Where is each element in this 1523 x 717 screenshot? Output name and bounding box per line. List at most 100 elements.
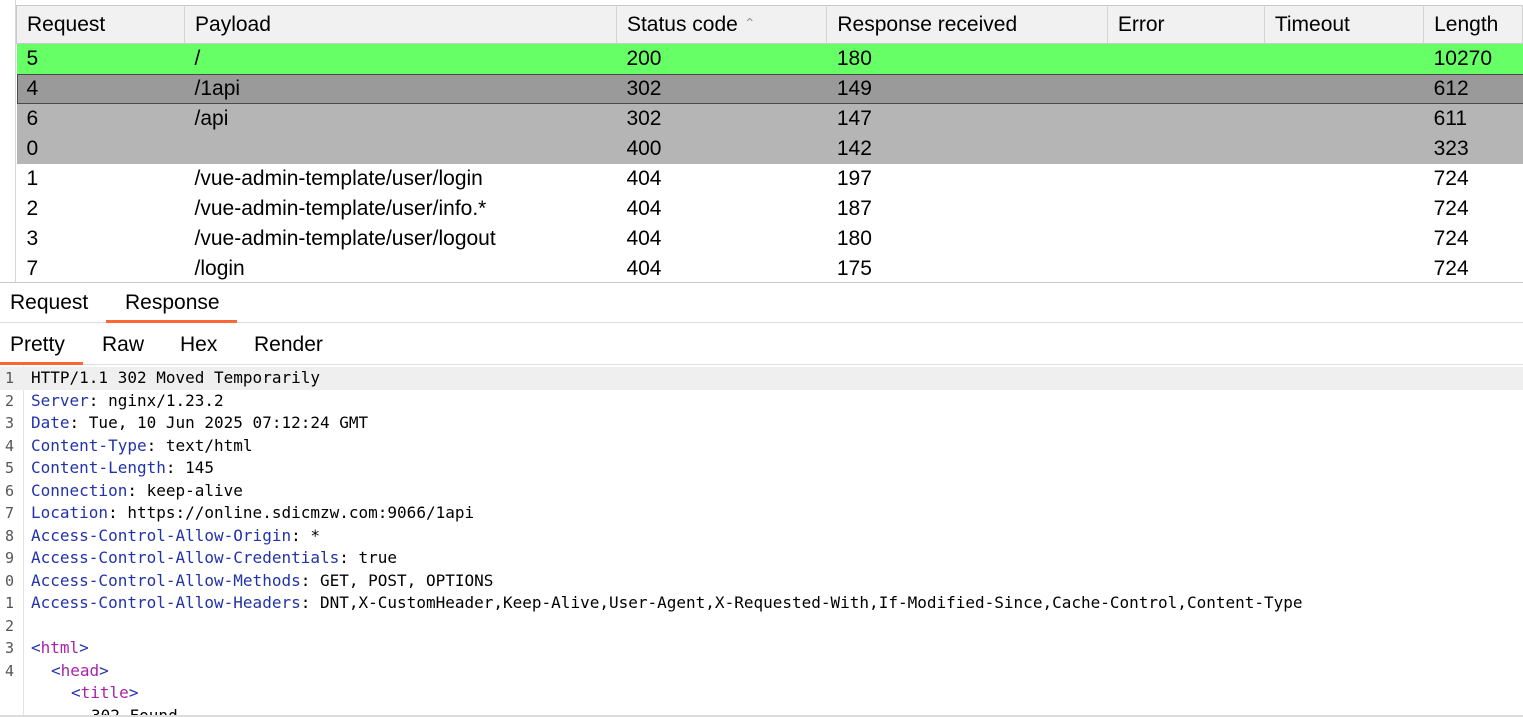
cell-length: 724 xyxy=(1423,253,1523,282)
line-code: Access-Control-Allow-Methods: GET, POST,… xyxy=(31,570,494,590)
column-header-label: Status code xyxy=(626,12,738,36)
tab-render[interactable]: Render xyxy=(254,324,334,364)
line-number: 6 xyxy=(4,481,14,500)
header-name: Location xyxy=(31,503,109,522)
tab-label: Pretty xyxy=(10,333,65,356)
header-value: https://online.sdicmzw.com:9066/1api xyxy=(127,503,475,522)
table-row[interactable]: 6/api 302 147 611 xyxy=(16,103,1523,134)
line-number: 0 xyxy=(4,571,14,590)
column-header-label: Payload xyxy=(195,12,271,36)
editor-line: 3 <html> xyxy=(0,637,1523,660)
column-header-label: Request xyxy=(27,12,106,36)
column-header-error[interactable]: Error xyxy=(1107,5,1265,44)
line-code: <head> xyxy=(51,660,109,680)
line-number: 7 xyxy=(4,504,14,522)
response-editor[interactable]: 1 HTTP/1.1 302 Moved Temporarily 2 Server: … xyxy=(0,366,1523,717)
header-name: Access-Control-Allow-Credentials xyxy=(31,548,340,567)
column-header-label: Error xyxy=(1117,12,1165,36)
header-value: GET, POST, OPTIONS xyxy=(319,570,494,590)
editor-line: 0 Access-Control-Allow-Methods: GET, POST… xyxy=(0,570,1523,593)
status-line-text: HTTP/1.1 302 Moved Temporarily xyxy=(31,368,320,387)
table-row[interactable]: 5/200 180 10270 xyxy=(16,43,1523,74)
cell-request: 1 xyxy=(16,163,185,194)
cell-length: 724 xyxy=(1423,193,1523,224)
header-name: Access-Control-Allow-Headers xyxy=(31,593,301,612)
cell-status: 404 xyxy=(616,223,827,254)
line-code: Content-Length: 145 xyxy=(31,458,215,477)
tab-pretty[interactable]: Pretty xyxy=(0,324,83,365)
cell-request: 2 xyxy=(16,193,185,224)
cell-timeout xyxy=(1264,133,1424,164)
column-header-request[interactable]: Request xyxy=(15,5,186,44)
cell-timeout xyxy=(1264,103,1424,134)
cell-timeout xyxy=(1264,223,1424,254)
cell-request: 3 xyxy=(16,223,185,254)
cell-request: 6 xyxy=(16,103,185,134)
message-tabs: Request Response xyxy=(0,284,1523,323)
tab-label: Request xyxy=(10,291,89,314)
cell-error xyxy=(1107,223,1265,254)
table-row[interactable]: 1/vue-admin-template/user/login 404 197 724 xyxy=(16,163,1523,194)
table-row[interactable]: 3/vue-admin-template/user/logout 404 180 72… xyxy=(16,223,1523,254)
tab-label: Render xyxy=(254,333,323,356)
line-number: 2 xyxy=(4,391,14,410)
html-tag-name: head xyxy=(60,660,100,680)
editor-line: 2 xyxy=(0,615,1523,638)
editor-line: 1 Access-Control-Allow-Headers: DNT,X-Cus… xyxy=(0,592,1523,615)
table-row[interactable]: 0 400 142 323 xyxy=(16,133,1523,164)
column-header-payload[interactable]: Payload xyxy=(184,5,617,44)
cell-length: 10270 xyxy=(1423,43,1523,74)
tab-raw[interactable]: Raw xyxy=(102,324,152,364)
cell-payload: /api xyxy=(184,103,617,134)
cell-status: 200 xyxy=(616,43,827,74)
column-header-response-received[interactable]: Response received xyxy=(826,5,1108,44)
cell-length: 611 xyxy=(1423,103,1523,134)
cell-length: 724 xyxy=(1423,223,1523,254)
line-code: Date: Tue, 10 Jun 2025 07:12:24 GMT xyxy=(31,413,369,432)
cell-timeout xyxy=(1264,193,1424,224)
header-name: Content-Type xyxy=(31,435,147,455)
cell-payload: /vue-admin-template/user/info.* xyxy=(184,193,617,224)
table-header-row: Request Payload Status code ⌃ Response re… xyxy=(15,5,1523,44)
view-tabs: Pretty Raw Hex Render xyxy=(0,324,1523,365)
column-header-length[interactable]: Length xyxy=(1423,5,1523,44)
line-number: 3 xyxy=(4,414,14,432)
cell-timeout xyxy=(1264,253,1424,282)
header-value: * xyxy=(310,525,320,545)
header-name: Server xyxy=(31,390,89,410)
line-number: 2 xyxy=(4,616,14,635)
line-number: 4 xyxy=(4,661,14,680)
table-row[interactable]: 2/vue-admin-template/user/info.* 404 187 72… xyxy=(16,193,1523,224)
line-number: 1 xyxy=(4,369,14,387)
cell-error xyxy=(1107,163,1265,194)
cell-error xyxy=(1107,133,1265,164)
cell-payload: /1api xyxy=(184,73,617,104)
line-code: Connection: keep-alive xyxy=(31,480,243,500)
cell-request: 7 xyxy=(16,253,185,282)
line-number: 4 xyxy=(4,436,14,455)
tab-request[interactable]: Request xyxy=(10,284,90,322)
table-left-edge xyxy=(0,0,16,282)
table-row[interactable]: 7/login 404 175 724 xyxy=(16,253,1523,282)
editor-line: 2 Server: nginx/1.23.2 xyxy=(0,390,1523,413)
editor-line: 6 Connection: keep-alive xyxy=(0,480,1523,503)
tab-label: Raw xyxy=(102,333,145,356)
column-header-label: Length xyxy=(1434,12,1499,36)
line-code: HTTP/1.1 302 Moved Temporarily xyxy=(31,367,320,390)
sort-ascending-icon: ⌃ xyxy=(743,14,756,31)
cell-request: 0 xyxy=(16,133,185,164)
tab-label: Response xyxy=(125,291,220,314)
tab-response[interactable]: Response xyxy=(106,284,237,323)
cell-length: 724 xyxy=(1423,163,1523,194)
column-header-status-code[interactable]: Status code ⌃ xyxy=(616,5,828,44)
header-value: nginx/1.23.2 xyxy=(108,390,224,410)
editor-line: 4 <head> xyxy=(0,660,1523,683)
cell-error xyxy=(1107,193,1265,224)
header-name: Access-Control-Allow-Origin xyxy=(31,525,292,545)
header-value: true xyxy=(358,548,398,567)
cell-error xyxy=(1107,73,1265,104)
tab-hex[interactable]: Hex xyxy=(180,324,225,364)
table-row[interactable]: 4/1api 302 149 612 xyxy=(16,73,1523,104)
header-name: Date xyxy=(31,413,70,432)
column-header-timeout[interactable]: Timeout xyxy=(1264,5,1425,44)
